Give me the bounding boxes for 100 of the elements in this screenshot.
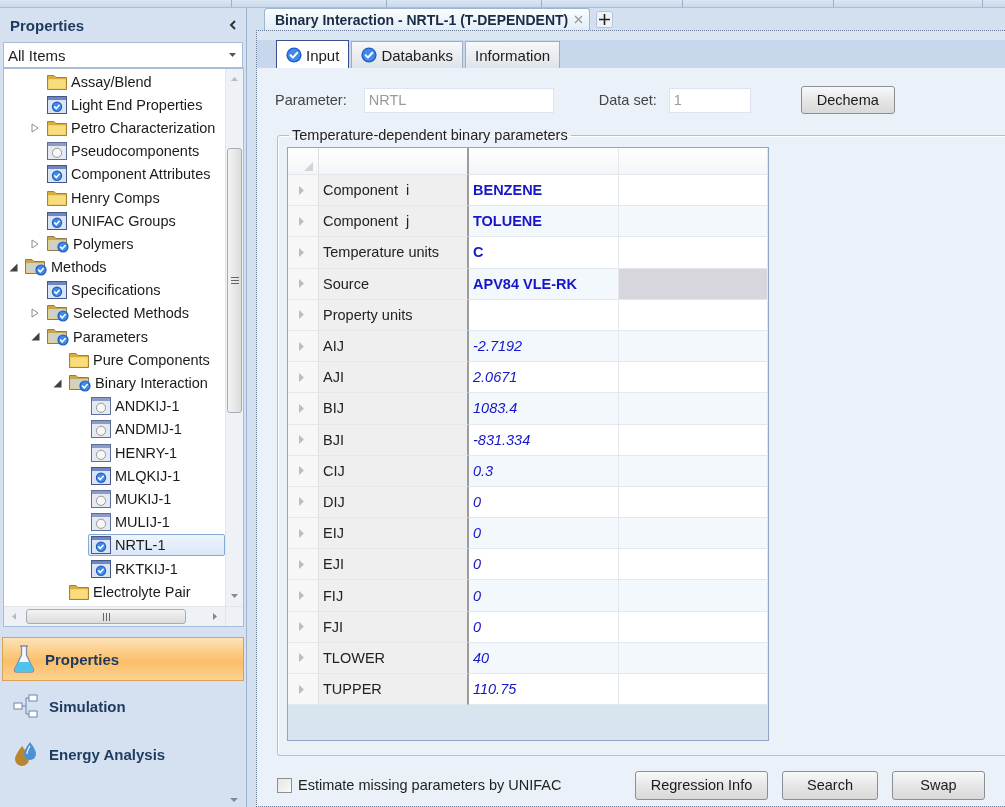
form-tab[interactable]: Input bbox=[276, 40, 350, 69]
tree-item[interactable]: UNIFAC Groups bbox=[44, 209, 225, 232]
action-button[interactable]: Search bbox=[782, 770, 878, 800]
tree-item[interactable]: MULIJ-1 bbox=[88, 511, 225, 534]
collapse-triangle-icon[interactable] bbox=[8, 262, 18, 272]
tree-item[interactable]: ANDMIJ-1 bbox=[88, 418, 225, 441]
tree-item[interactable]: Binary Interaction bbox=[66, 372, 225, 395]
tree-item[interactable]: Pseudocomponents bbox=[44, 140, 225, 163]
expand-triangle-icon[interactable] bbox=[31, 238, 39, 249]
table-cell[interactable] bbox=[619, 299, 768, 331]
row-header[interactable] bbox=[288, 393, 319, 425]
row-header[interactable] bbox=[288, 642, 319, 674]
value-cell[interactable]: 40 bbox=[469, 642, 619, 674]
checkbox-label[interactable]: Estimate missing parameters by UNIFAC bbox=[298, 777, 562, 793]
tree-item[interactable]: Selected Methods bbox=[44, 302, 225, 325]
row-header[interactable] bbox=[288, 362, 319, 394]
value-cell[interactable] bbox=[469, 299, 619, 331]
row-header[interactable] bbox=[288, 206, 319, 238]
row-header[interactable] bbox=[288, 455, 319, 487]
horizontal-scrollbar[interactable] bbox=[4, 606, 225, 626]
plus-icon[interactable] bbox=[596, 11, 614, 28]
action-button[interactable]: Swap bbox=[892, 770, 985, 800]
action-button[interactable]: Regression Info bbox=[635, 770, 768, 800]
tree-item[interactable]: Component Attributes bbox=[44, 163, 225, 186]
tree-item[interactable]: Henry Comps bbox=[44, 186, 225, 209]
table-cell[interactable] bbox=[619, 611, 768, 643]
scroll-down-icon[interactable] bbox=[231, 594, 238, 598]
navigation-button[interactable]: Energy Analysis bbox=[2, 731, 244, 777]
corner-cell[interactable] bbox=[288, 148, 319, 175]
column-header[interactable] bbox=[319, 148, 469, 175]
value-cell[interactable]: 110.75 bbox=[469, 674, 619, 706]
row-header[interactable] bbox=[288, 268, 319, 300]
table-cell[interactable] bbox=[619, 268, 768, 300]
table-cell[interactable] bbox=[619, 674, 768, 706]
tree-item[interactable]: Electrolyte Pair bbox=[66, 580, 225, 603]
filter-dropdown[interactable]: All Items bbox=[3, 42, 243, 68]
collapse-chevron-icon[interactable] bbox=[229, 20, 236, 30]
table-cell[interactable] bbox=[619, 362, 768, 394]
row-header[interactable] bbox=[288, 611, 319, 643]
tree-item[interactable]: MUKIJ-1 bbox=[88, 487, 225, 510]
table-cell[interactable] bbox=[619, 175, 768, 207]
table-cell[interactable] bbox=[619, 486, 768, 519]
value-cell[interactable]: 0 bbox=[469, 486, 619, 519]
tree-item[interactable]: Specifications bbox=[44, 279, 225, 302]
table-cell[interactable] bbox=[619, 330, 768, 363]
row-header[interactable] bbox=[288, 674, 319, 706]
table-cell[interactable] bbox=[619, 642, 768, 674]
tree-item[interactable]: Assay/Blend bbox=[44, 70, 225, 93]
row-header[interactable] bbox=[288, 175, 319, 207]
table-cell[interactable] bbox=[619, 549, 768, 581]
scroll-thumb[interactable] bbox=[227, 148, 242, 413]
collapse-triangle-icon[interactable] bbox=[52, 378, 62, 388]
tree-item[interactable]: Parameters bbox=[44, 325, 225, 348]
value-cell[interactable]: -2.7192 bbox=[469, 330, 619, 363]
document-tab[interactable]: Binary Interaction - NRTL-1 (T-DEPENDENT) bbox=[264, 8, 591, 30]
value-cell[interactable]: -831.334 bbox=[469, 424, 619, 456]
form-tab[interactable]: Databanks bbox=[351, 41, 464, 68]
row-header[interactable] bbox=[288, 549, 319, 581]
tree-item[interactable]: Pure Components bbox=[66, 348, 225, 371]
table-cell[interactable] bbox=[619, 206, 768, 238]
tree-item[interactable]: MLQKIJ-1 bbox=[88, 464, 225, 487]
table-cell[interactable] bbox=[619, 580, 768, 612]
value-cell[interactable]: BENZENE bbox=[469, 175, 619, 207]
value-cell[interactable]: APV84 VLE-RK bbox=[469, 268, 619, 300]
table-cell[interactable] bbox=[619, 393, 768, 425]
tree-item[interactable]: HENRY-1 bbox=[88, 441, 225, 464]
tree-item[interactable]: Methods bbox=[22, 256, 225, 279]
value-cell[interactable]: 1083.4 bbox=[469, 393, 619, 425]
tree-item[interactable]: Polymers bbox=[44, 232, 225, 255]
tree-item[interactable]: NRTL-1 bbox=[88, 534, 225, 557]
vertical-scrollbar[interactable] bbox=[225, 69, 243, 606]
value-cell[interactable]: 0.3 bbox=[469, 455, 619, 487]
scroll-up-icon[interactable] bbox=[231, 77, 238, 81]
table-cell[interactable] bbox=[619, 518, 768, 550]
navigation-button[interactable]: Simulation bbox=[2, 683, 244, 729]
value-cell[interactable]: C bbox=[469, 237, 619, 269]
navigation-button[interactable]: Properties bbox=[2, 637, 244, 681]
tree-item[interactable]: ANDKIJ-1 bbox=[88, 395, 225, 418]
table-cell[interactable] bbox=[619, 455, 768, 487]
row-header[interactable] bbox=[288, 518, 319, 550]
caret-icon[interactable] bbox=[230, 798, 238, 802]
scroll-left-icon[interactable] bbox=[12, 613, 16, 620]
value-cell[interactable]: 0 bbox=[469, 580, 619, 612]
tree-item[interactable]: Light End Properties bbox=[44, 93, 225, 116]
row-header[interactable] bbox=[288, 330, 319, 363]
form-tab[interactable]: Information bbox=[465, 41, 561, 68]
value-cell[interactable]: TOLUENE bbox=[469, 206, 619, 238]
row-header[interactable] bbox=[288, 486, 319, 519]
value-cell[interactable]: 0 bbox=[469, 549, 619, 581]
tree-item[interactable]: Petro Characterization bbox=[44, 116, 225, 139]
value-cell[interactable]: 2.0671 bbox=[469, 362, 619, 394]
dechema-button[interactable]: Dechema bbox=[800, 86, 895, 114]
close-icon[interactable] bbox=[574, 15, 584, 24]
checkbox[interactable] bbox=[277, 777, 292, 793]
tree-item[interactable]: RKTKIJ-1 bbox=[88, 557, 225, 580]
row-header[interactable] bbox=[288, 424, 319, 456]
scroll-right-icon[interactable] bbox=[213, 613, 217, 620]
value-cell[interactable]: 0 bbox=[469, 611, 619, 643]
expand-triangle-icon[interactable] bbox=[31, 308, 39, 319]
row-header[interactable] bbox=[288, 237, 319, 269]
